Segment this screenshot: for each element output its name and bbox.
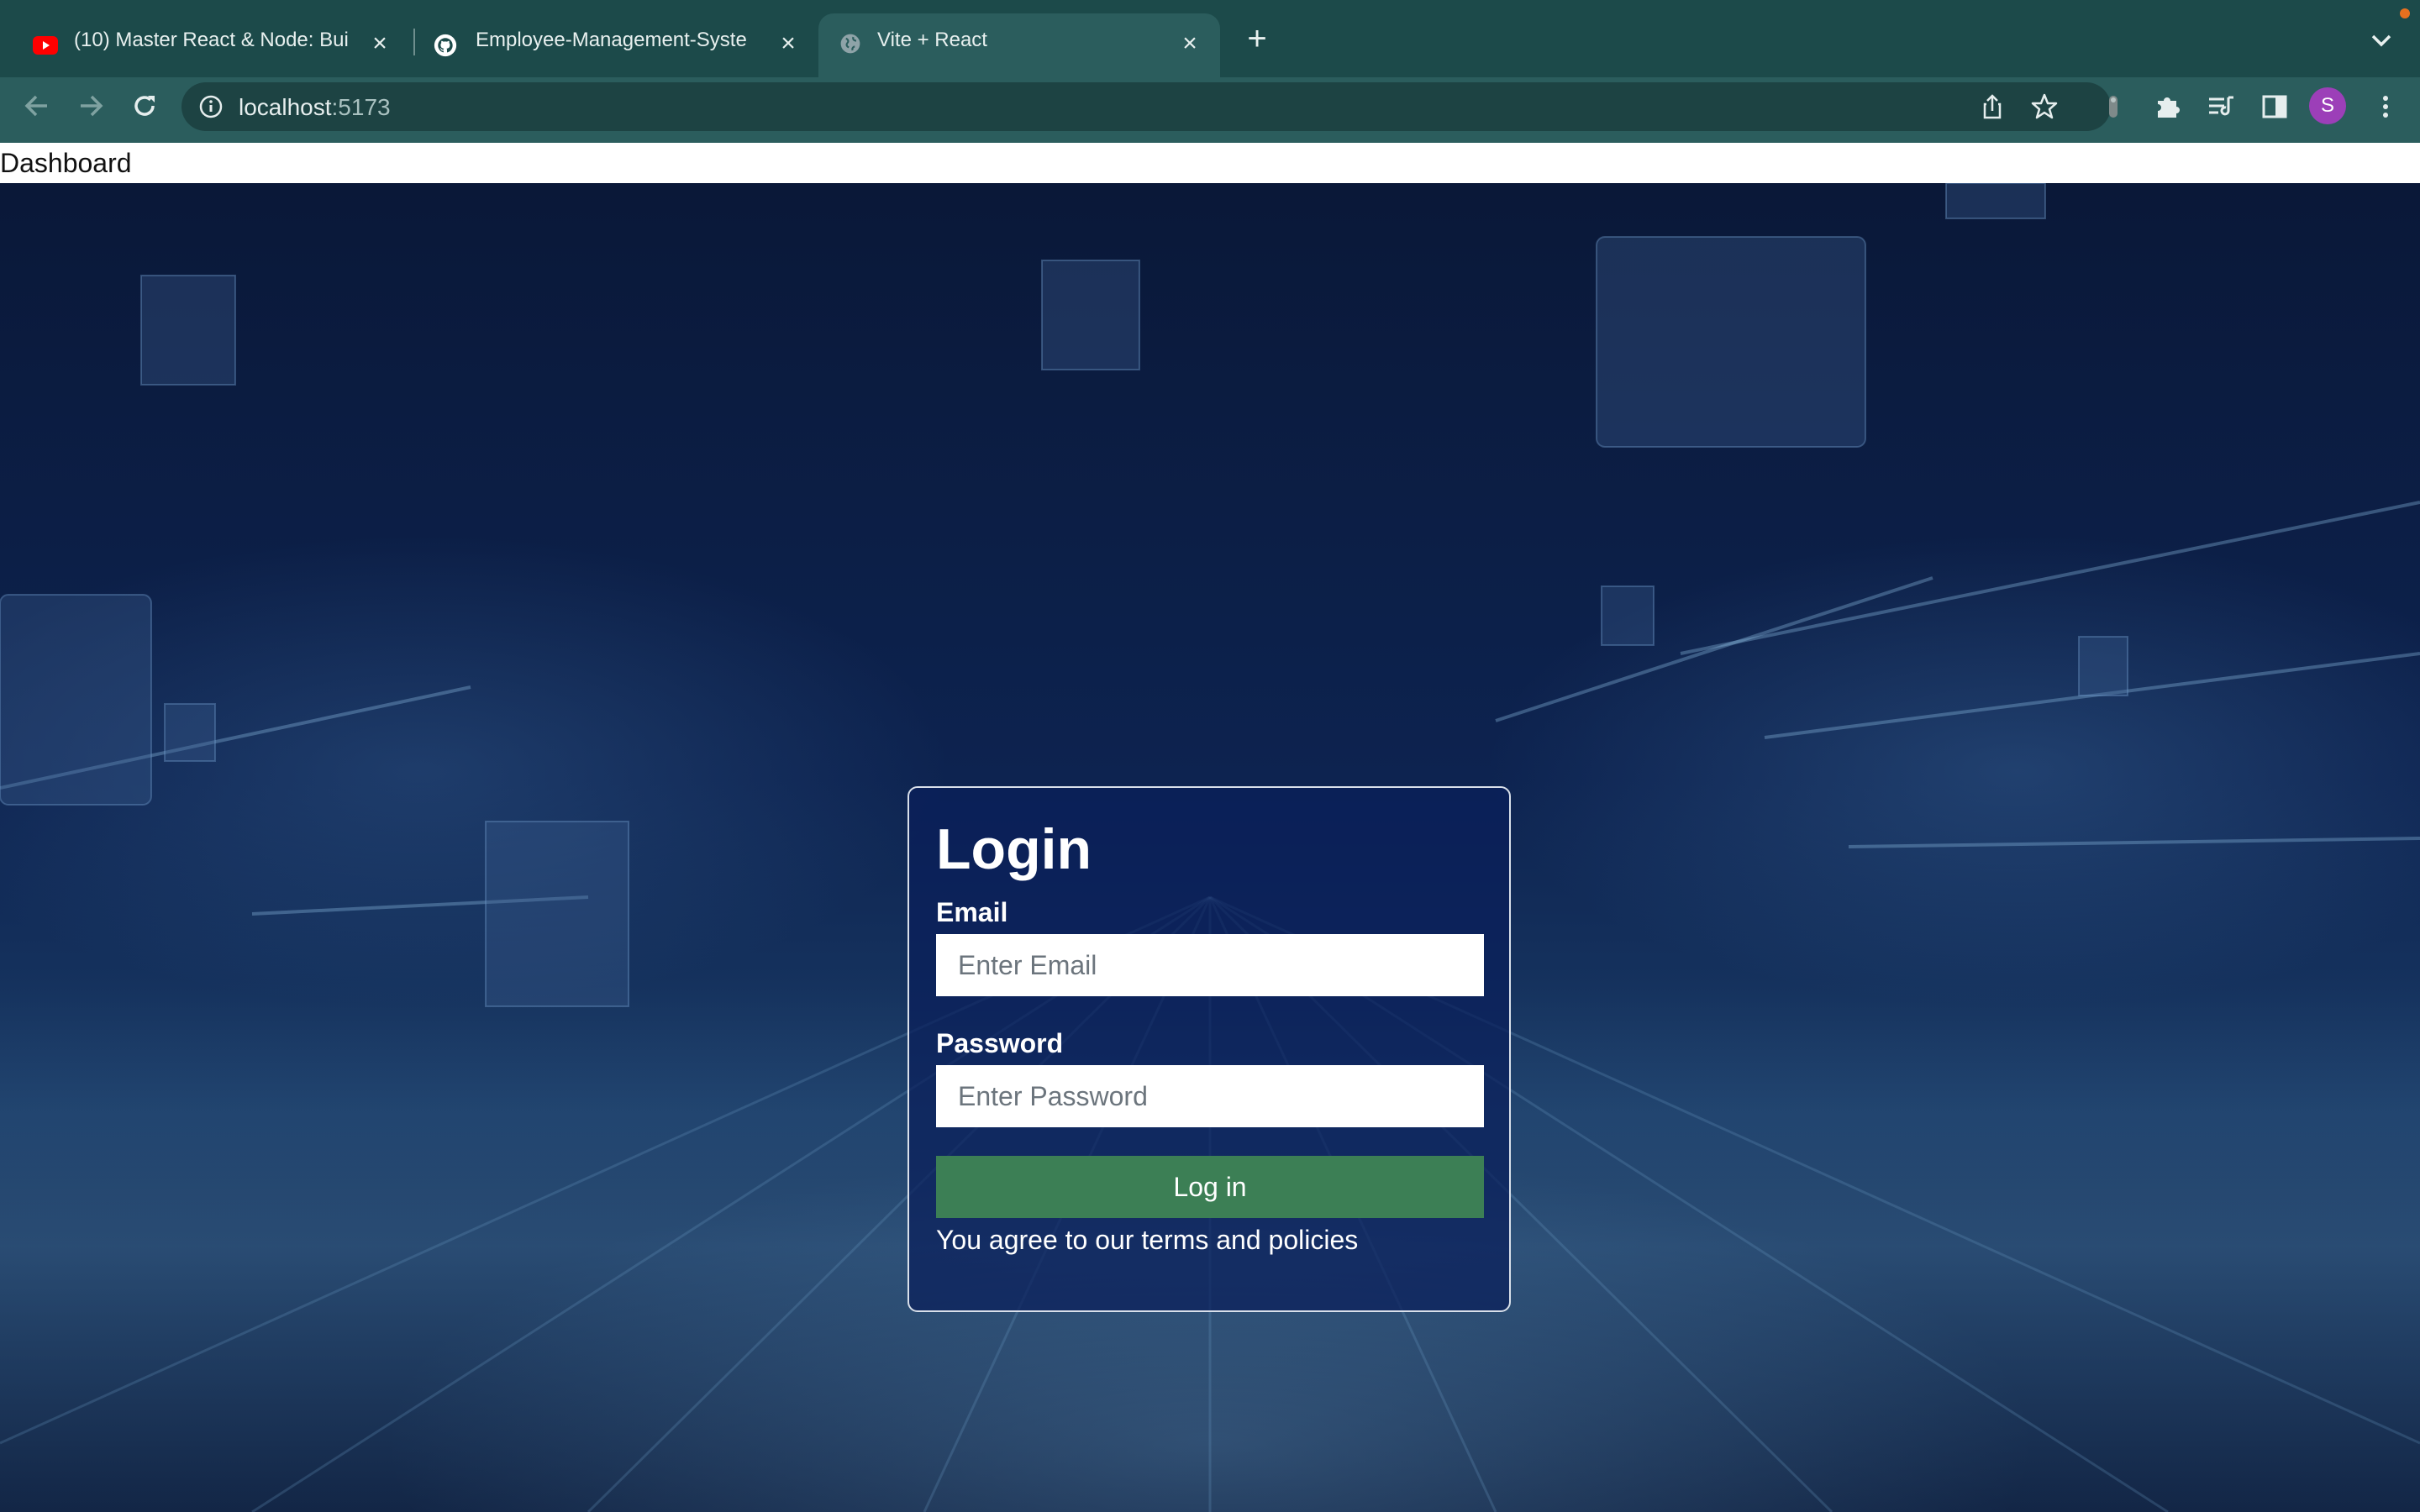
password-label: Password: [936, 1028, 1064, 1058]
page-navbar: Dashboard: [0, 143, 2420, 183]
share-icon[interactable]: [1978, 92, 2007, 121]
tab-separator: [413, 29, 415, 55]
update-dot: [2400, 8, 2410, 18]
close-tab-icon[interactable]: ×: [776, 31, 800, 56]
login-title: Login: [936, 817, 1092, 881]
side-panel-icon[interactable]: [2259, 91, 2291, 123]
avatar-initial: S: [2320, 94, 2334, 117]
puzzle-icon[interactable]: [2151, 91, 2183, 123]
password-input[interactable]: [936, 1065, 1484, 1127]
github-icon: [434, 34, 457, 57]
login-button[interactable]: Log in: [936, 1156, 1484, 1218]
tab-title: (10) Master React & Node: Bui: [74, 29, 349, 51]
tab-youtube[interactable]: (10) Master React & Node: Bui ×: [0, 13, 410, 77]
chevron-down-icon[interactable]: [2365, 24, 2398, 57]
media-queue-icon[interactable]: [2205, 91, 2237, 123]
email-label: Email: [936, 897, 1008, 927]
tab-bar: (10) Master React & Node: Bui × Employee…: [0, 0, 2420, 77]
profile-avatar[interactable]: S: [2309, 87, 2346, 124]
youtube-icon: [33, 36, 58, 55]
login-background: Login Email Password Log in You agree to…: [0, 183, 2420, 1512]
url-text[interactable]: localhost:5173: [239, 94, 391, 121]
email-input[interactable]: [936, 934, 1484, 996]
address-bar[interactable]: localhost:5173: [182, 82, 2111, 131]
new-tab-plus-icon[interactable]: +: [1240, 22, 1274, 55]
close-tab-icon[interactable]: ×: [368, 31, 392, 56]
tab-github[interactable]: Employee-Management-Syste ×: [417, 13, 818, 77]
kebab-menu-icon[interactable]: [2370, 91, 2402, 123]
terms-text: You agree to our terms and policies: [936, 1225, 1359, 1255]
close-tab-icon[interactable]: ×: [1178, 31, 1202, 56]
tab-title: Vite + React: [877, 29, 987, 51]
navbar-brand[interactable]: Dashboard: [0, 148, 132, 179]
login-card: Login Email Password Log in You agree to…: [908, 786, 1511, 1312]
url-host: localhost: [239, 94, 332, 120]
bookmark-star-icon[interactable]: [2030, 92, 2059, 121]
tab-vite-react[interactable]: Vite + React ×: [818, 13, 1220, 77]
extension-icon[interactable]: [2097, 91, 2129, 123]
tab-title: Employee-Management-Syste: [476, 29, 747, 51]
reload-icon[interactable]: [128, 89, 161, 123]
forward-arrow-icon[interactable]: [74, 89, 108, 123]
url-port: :5173: [331, 94, 391, 120]
site-info-icon[interactable]: [198, 94, 224, 119]
globe-icon: [840, 34, 860, 54]
back-arrow-icon[interactable]: [20, 89, 54, 123]
